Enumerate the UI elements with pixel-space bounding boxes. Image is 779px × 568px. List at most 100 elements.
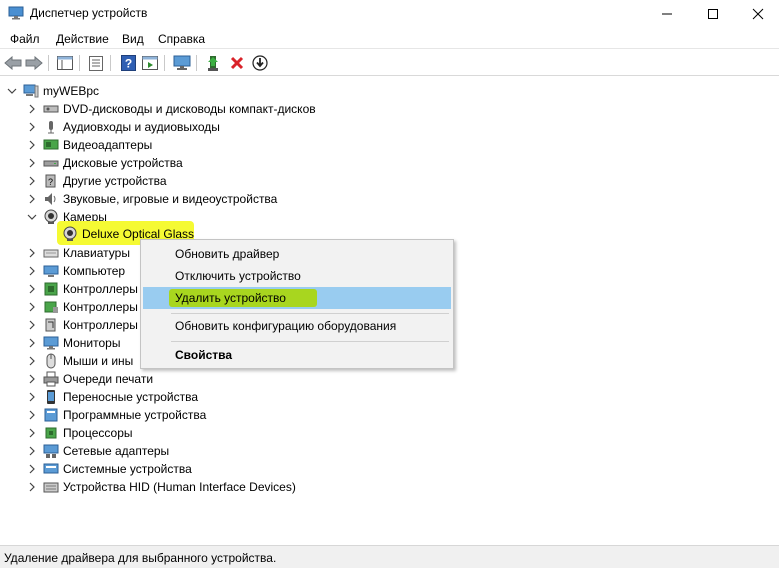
toolbar-separator [79, 55, 80, 71]
tree-category[interactable]: ? Другие устройства [27, 172, 167, 190]
sound-icon [43, 191, 59, 207]
print-queue-icon [43, 371, 59, 387]
tree-category[interactable]: Клавиатуры [27, 244, 130, 262]
menu-disable-device[interactable]: Отключить устройство [175, 269, 301, 283]
tree-category[interactable]: Контроллеры [27, 316, 138, 334]
chevron-right-icon[interactable] [27, 104, 37, 114]
menu-properties[interactable]: Свойства [175, 348, 232, 362]
chevron-right-icon[interactable] [27, 302, 37, 312]
menu-view[interactable]: Вид [122, 32, 144, 46]
tree-category[interactable]: Очереди печати [27, 370, 153, 388]
keyboard-icon [43, 245, 59, 261]
display-adapter-icon [43, 137, 59, 153]
minimize-button[interactable] [644, 0, 690, 27]
tree-category[interactable]: Звуковые, игровые и видеоустройства [27, 190, 277, 208]
tree-category[interactable]: Контроллеры [27, 298, 138, 316]
show-hide-console-button[interactable] [56, 54, 74, 72]
tree-category[interactable]: Мониторы [27, 334, 120, 352]
dvd-drive-icon [43, 101, 59, 117]
menu-bar: Файл Действие Вид Справка [0, 28, 779, 49]
scan-hardware-button[interactable] [173, 54, 191, 72]
chevron-right-icon[interactable] [27, 122, 37, 132]
menu-separator [171, 341, 449, 342]
list-icon [89, 55, 103, 71]
forward-button[interactable] [25, 54, 43, 72]
chevron-right-icon[interactable] [27, 482, 37, 492]
menu-scan-hardware-changes[interactable]: Обновить конфигурацию оборудования [175, 319, 396, 333]
tree-category[interactable]: Системные устройства [27, 460, 192, 478]
tree-category-label: Контроллеры [63, 300, 138, 314]
software-device-icon [43, 407, 59, 423]
chevron-right-icon[interactable] [27, 284, 37, 294]
action-pane-button[interactable] [141, 54, 159, 72]
tree-category-label: Очереди печати [63, 372, 154, 386]
device-manager-app-icon [8, 6, 24, 20]
menu-file[interactable]: Файл [10, 32, 40, 46]
forward-icon [25, 56, 43, 70]
chevron-right-icon[interactable] [27, 194, 37, 204]
back-button[interactable] [4, 54, 22, 72]
tree-category[interactable]: Устройства HID (Human Interface Devices) [27, 478, 296, 496]
chevron-right-icon[interactable] [27, 428, 37, 438]
tree-category[interactable]: Процессоры [27, 424, 133, 442]
portable-device-icon [43, 389, 59, 405]
computer-icon [43, 263, 59, 279]
chevron-right-icon[interactable] [27, 392, 37, 402]
chevron-right-icon[interactable] [27, 320, 37, 330]
monitor-icon [43, 335, 59, 351]
chevron-right-icon[interactable] [27, 356, 37, 366]
tree-category[interactable]: Программные устройства [27, 406, 206, 424]
hid-icon [43, 479, 59, 495]
chevron-right-icon[interactable] [27, 176, 37, 186]
chevron-right-icon[interactable] [27, 446, 37, 456]
close-icon [752, 8, 764, 19]
properties-button[interactable] [87, 54, 105, 72]
menu-help[interactable]: Справка [158, 32, 205, 46]
back-icon [4, 56, 22, 70]
menu-uninstall-device[interactable]: Удалить устройство [175, 291, 286, 305]
status-text: Удаление драйвера для выбранного устройс… [4, 551, 277, 565]
audio-io-icon [43, 119, 59, 135]
tree-category[interactable]: Мыши и ины [27, 352, 133, 370]
menu-separator [171, 313, 449, 314]
system-device-icon [43, 461, 59, 477]
tree-category[interactable]: Дисковые устройства [27, 154, 183, 172]
help-button[interactable]: ? [119, 54, 137, 72]
tree-category-label: Контроллеры [63, 318, 138, 332]
chevron-right-icon[interactable] [27, 140, 37, 150]
tree-category[interactable]: Видеоадаптеры [27, 136, 152, 154]
storage-controller-icon [43, 299, 59, 315]
update-driver-button[interactable] [204, 54, 222, 72]
chevron-right-icon[interactable] [27, 464, 37, 474]
context-menu: Обновить драйвер Отключить устройство Уд… [140, 239, 454, 369]
menu-update-driver[interactable]: Обновить драйвер [175, 247, 279, 261]
chevron-right-icon[interactable] [27, 410, 37, 420]
tree-category-label: Другие устройства [63, 174, 167, 188]
mouse-icon [43, 353, 59, 369]
maximize-button[interactable] [690, 0, 736, 27]
enable-device-button[interactable] [251, 54, 269, 72]
chevron-down-icon[interactable] [27, 212, 37, 222]
tree-category-label: Процессоры [63, 426, 133, 440]
tree-category[interactable]: DVD-дисководы и дисководы компакт-дисков [27, 100, 316, 118]
close-button[interactable] [735, 0, 779, 27]
tree-category[interactable]: Переносные устройства [27, 388, 198, 406]
maximize-icon [708, 8, 718, 19]
tree-category[interactable]: Компьютер [27, 262, 125, 280]
properties-panel-icon [57, 56, 73, 70]
computer-icon [23, 83, 39, 99]
tree-category[interactable]: Сетевые адаптеры [27, 442, 169, 460]
tree-root[interactable]: myWEBpc [7, 82, 99, 100]
help-icon: ? [120, 55, 136, 71]
menu-action[interactable]: Действие [56, 32, 109, 46]
chevron-right-icon[interactable] [27, 248, 37, 258]
chevron-right-icon[interactable] [27, 158, 37, 168]
tree-category[interactable]: Контроллеры [27, 280, 138, 298]
tree-category-label: Клавиатуры [63, 246, 130, 260]
chevron-right-icon[interactable] [27, 266, 37, 276]
uninstall-device-button[interactable] [228, 54, 246, 72]
tree-category[interactable]: Аудиовходы и аудиовыходы [27, 118, 220, 136]
chevron-down-icon[interactable] [7, 86, 17, 96]
chevron-right-icon[interactable] [27, 374, 37, 384]
chevron-right-icon[interactable] [27, 338, 37, 348]
